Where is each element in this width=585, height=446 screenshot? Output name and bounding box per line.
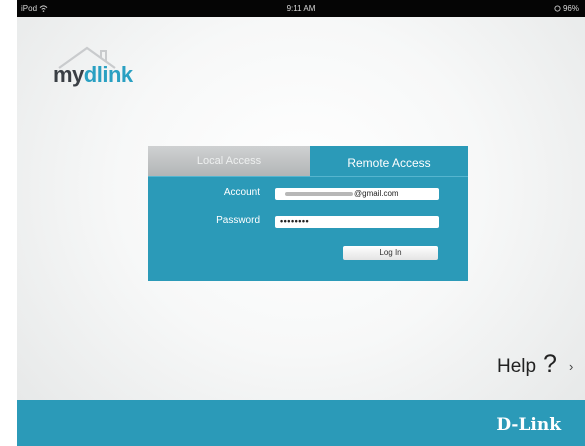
logo-text-accent: dlink bbox=[83, 62, 133, 87]
login-button[interactable]: Log In bbox=[343, 246, 438, 260]
password-value: •••••••• bbox=[280, 216, 310, 226]
password-label: Password bbox=[216, 215, 260, 226]
dlink-brand-logo: D-Link bbox=[496, 415, 561, 435]
chevron-right-icon[interactable]: › bbox=[569, 359, 573, 374]
status-bar: iPod 9:11 AM 96% bbox=[17, 0, 585, 17]
help-label[interactable]: Help bbox=[497, 356, 536, 378]
tab-local-access[interactable]: Local Access bbox=[148, 146, 310, 176]
redacted-text bbox=[285, 192, 353, 196]
lock-rotation-icon bbox=[554, 4, 563, 13]
status-time: 9:11 AM bbox=[286, 4, 316, 13]
account-label: Account bbox=[223, 187, 260, 198]
login-form: Account @gmail.com Password •••••••• Log… bbox=[148, 176, 468, 281]
app-screen: iPod 9:11 AM 96% mydlink Local Access Re… bbox=[17, 0, 585, 446]
account-value: @gmail.com bbox=[354, 189, 399, 198]
battery-indicator: 96% bbox=[554, 4, 579, 13]
account-field[interactable]: @gmail.com bbox=[275, 188, 439, 200]
mydlink-logo: mydlink bbox=[51, 42, 161, 92]
footer-bar: D-Link bbox=[17, 400, 585, 446]
logo-text-plain: my bbox=[53, 62, 84, 87]
help-question-icon[interactable]: ? bbox=[543, 350, 557, 379]
password-field[interactable]: •••••••• bbox=[275, 216, 439, 228]
tab-remote-access[interactable]: Remote Access bbox=[310, 146, 468, 176]
battery-percent: 96% bbox=[562, 4, 579, 13]
login-panel: Local Access Remote Access Account @gmai… bbox=[148, 146, 468, 281]
logo-text: mydlink bbox=[53, 62, 133, 88]
